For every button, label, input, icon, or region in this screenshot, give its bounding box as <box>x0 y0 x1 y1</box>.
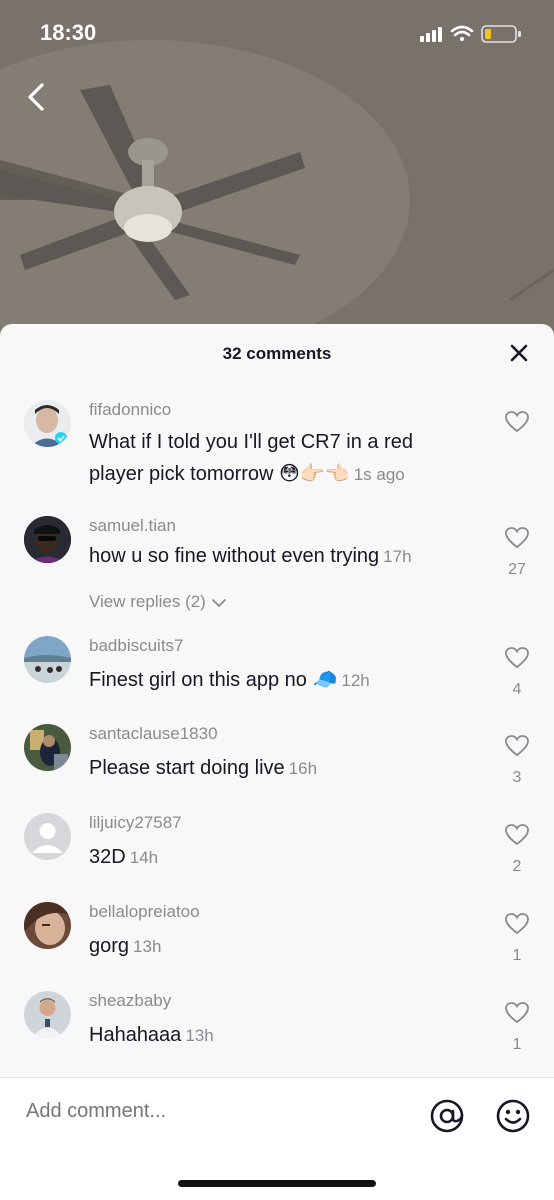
comment-input-bar <box>0 1077 554 1200</box>
home-indicator <box>178 1180 376 1187</box>
comment-time: 13h <box>133 937 162 956</box>
comment-text: What if I told you I'll get CR7 in a red… <box>89 426 454 491</box>
comment-text: gorg 13h <box>89 930 454 963</box>
wifi-icon <box>450 25 474 41</box>
heart-outline-icon <box>505 527 529 549</box>
comment-item: sheazbaby Hahahaaa 13h 1 <box>0 987 554 1067</box>
status-icons <box>420 22 530 51</box>
heart-outline-icon <box>505 647 529 669</box>
avatar[interactable] <box>24 902 71 949</box>
comment-body: gorg <box>89 935 130 957</box>
comment-username[interactable]: fifadonnico <box>89 400 171 420</box>
signal-icon <box>420 27 442 42</box>
comment-text: Hahahaaa 13h <box>89 1019 454 1052</box>
comment-item: bellalopreiatoo gorg 13h 1 <box>0 898 554 978</box>
heart-outline-icon <box>505 1002 529 1024</box>
avatar[interactable] <box>24 636 71 683</box>
avatar[interactable] <box>24 516 71 563</box>
comment-item: liljuicy27587 32D 14h 2 <box>0 809 554 889</box>
avatar[interactable] <box>24 724 71 771</box>
view-replies-button[interactable]: View replies (2) <box>89 592 227 612</box>
chevron-down-icon <box>211 598 226 607</box>
comment-text-line: player pick tomorrow 😳👉🏻👈🏻 1s ago <box>89 458 454 491</box>
smiley-icon <box>496 1099 530 1133</box>
status-time: 18:30 <box>40 20 97 45</box>
like-count: 4 <box>512 681 522 698</box>
comment-body: 32D <box>89 846 126 868</box>
like-count: 2 <box>512 858 522 875</box>
chevron-left-icon <box>28 83 44 111</box>
avatar[interactable] <box>24 813 71 860</box>
heart-outline-icon <box>505 824 529 846</box>
close-icon <box>510 344 528 362</box>
battery-icon <box>481 25 521 43</box>
comment-item: fifadonnico What if I told you I'll get … <box>0 394 554 504</box>
sheet-header: 32 comments <box>0 324 554 384</box>
comment-item: santaclause1830 Please start doing live 1… <box>0 720 554 800</box>
comment-username[interactable]: liljuicy27587 <box>89 813 182 833</box>
comment-username[interactable]: samuel.tian <box>89 516 176 536</box>
comment-body: Hahahaaa <box>89 1024 182 1046</box>
avatar[interactable] <box>24 400 71 447</box>
heart-outline-icon <box>505 735 529 757</box>
heart-outline-icon <box>505 913 529 935</box>
heart-outline-icon <box>505 411 529 433</box>
close-button[interactable] <box>508 342 530 364</box>
like-button[interactable] <box>504 410 530 439</box>
comment-text: Finest girl on this app no 🧢 12h <box>89 664 454 697</box>
comment-item: badbiscuits7 Finest girl on this app no … <box>0 632 554 712</box>
back-button[interactable] <box>20 80 54 114</box>
comment-body: Finest girl on this app no 🧢 <box>89 669 338 691</box>
comment-text: how u so fine without even trying 17h <box>89 540 454 573</box>
comment-text: Please start doing live 16h <box>89 752 454 785</box>
like-count: 3 <box>512 769 522 786</box>
comment-time: 17h <box>383 547 412 566</box>
comment-text-line-2: player pick tomorrow 😳👉🏻👈🏻 <box>89 463 350 485</box>
comment-time: 16h <box>288 759 318 778</box>
like-button[interactable]: 4 <box>504 646 530 699</box>
at-icon <box>430 1099 464 1133</box>
like-button[interactable]: 3 <box>504 734 530 787</box>
sheet-title: 32 comments <box>222 344 332 363</box>
comment-username[interactable]: badbiscuits7 <box>89 636 184 656</box>
like-button[interactable]: 2 <box>504 823 530 876</box>
avatar[interactable] <box>24 991 71 1038</box>
mention-button[interactable] <box>430 1099 464 1133</box>
comment-time: 12h <box>341 671 370 690</box>
comment-text: 32D 14h <box>89 841 454 874</box>
comment-username[interactable]: bellalopreiatoo <box>89 902 200 922</box>
comment-body: how u so fine without even trying <box>89 545 380 567</box>
like-button[interactable]: 27 <box>504 526 530 579</box>
like-count: 1 <box>512 947 522 964</box>
like-button[interactable]: 1 <box>504 1001 530 1054</box>
comment-time: 1s ago <box>353 465 405 484</box>
comment-time: 13h <box>185 1026 214 1045</box>
like-button[interactable]: 1 <box>504 912 530 965</box>
comment-username[interactable]: sheazbaby <box>89 991 171 1011</box>
status-bar: 18:30 <box>0 0 554 64</box>
comment-time: 14h <box>129 848 159 867</box>
comment-item: samuel.tian how u so fine without even t… <box>0 512 554 624</box>
like-count: 1 <box>512 1036 522 1053</box>
comment-text-line: What if I told you I'll get CR7 in a red <box>89 431 413 453</box>
view-replies-label: View replies (2) <box>89 592 206 611</box>
add-comment-input[interactable] <box>26 1100 406 1123</box>
default-avatar-icon <box>24 813 71 860</box>
comments-sheet: 32 comments fifadonnico What if I told y… <box>0 324 554 1200</box>
like-count: 27 <box>508 561 526 578</box>
comment-username[interactable]: santaclause1830 <box>89 724 218 744</box>
comment-body: Please start doing live <box>89 757 285 779</box>
emoji-button[interactable] <box>496 1099 530 1133</box>
